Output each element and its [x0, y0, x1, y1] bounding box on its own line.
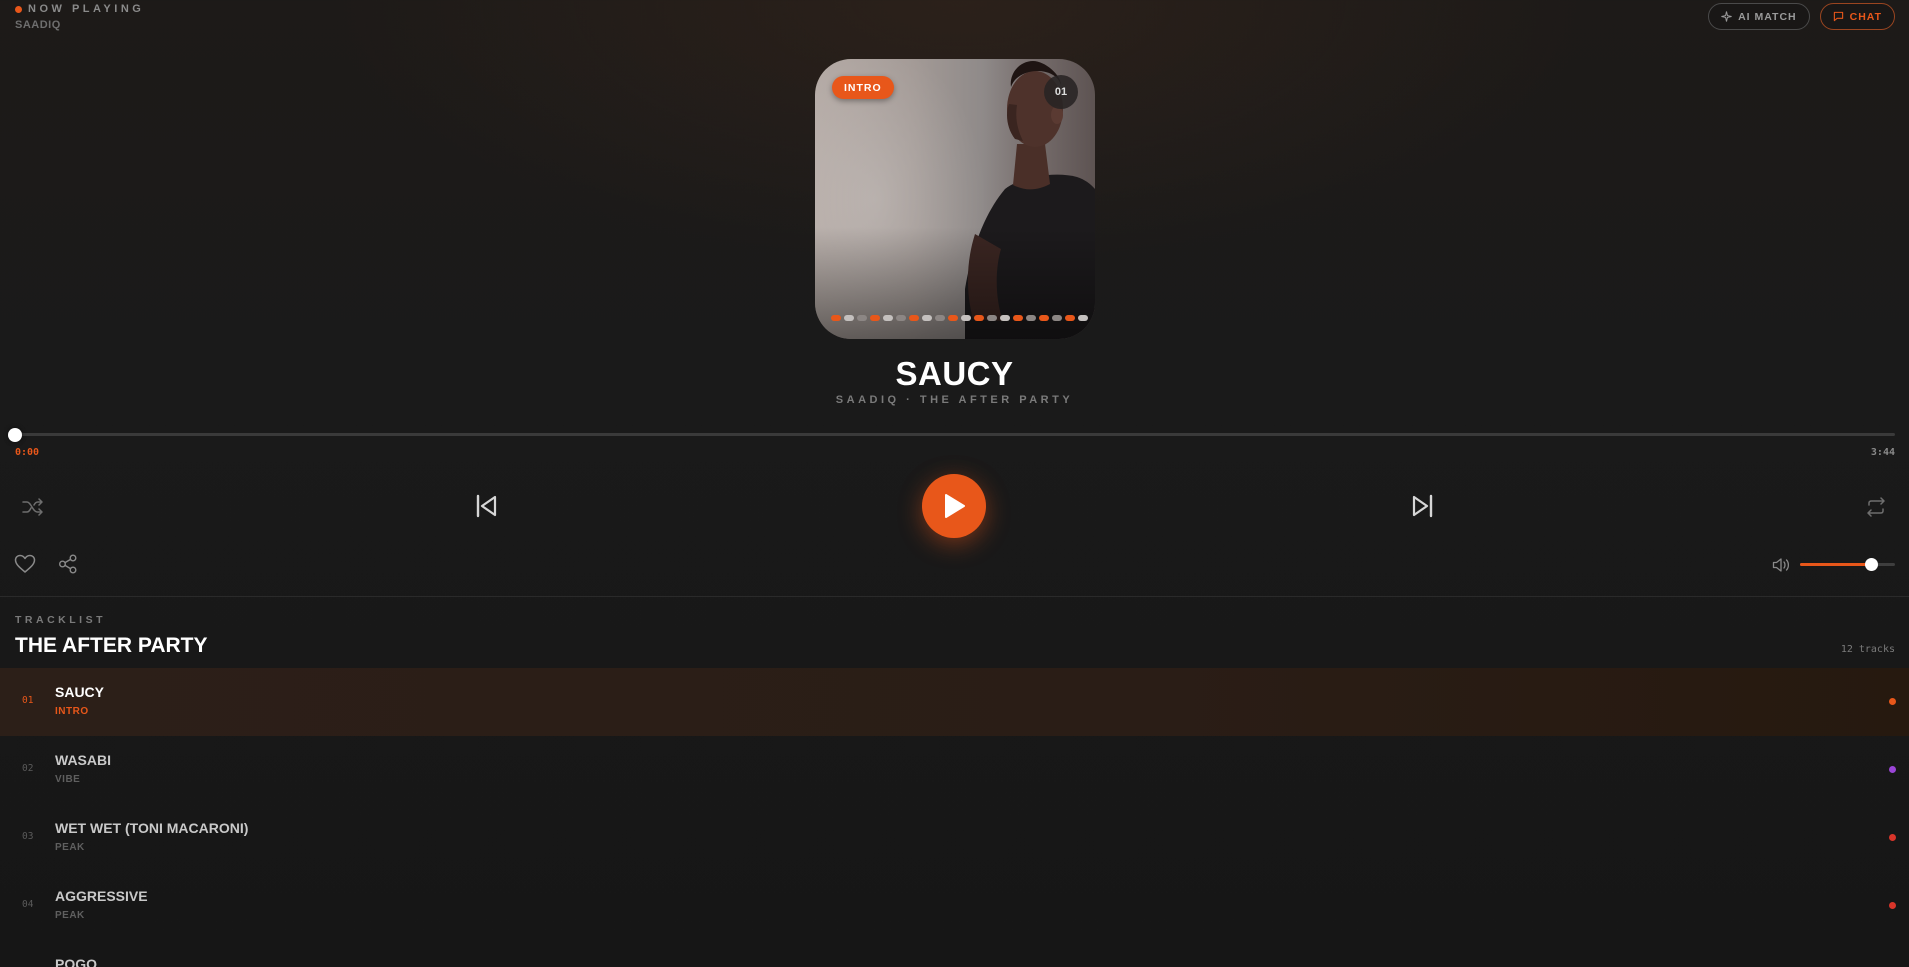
energy-dot: [922, 315, 932, 321]
energy-dot: [831, 315, 841, 321]
shuffle-icon: [22, 498, 43, 516]
repeat-icon: [1867, 497, 1885, 517]
volume-level: [1800, 563, 1871, 566]
energy-dot: [961, 315, 971, 321]
energy-dot: [896, 315, 906, 321]
chat-button[interactable]: CHAT: [1819, 3, 1895, 30]
live-indicator-dot: [15, 5, 22, 13]
energy-dot: [935, 315, 945, 321]
share-button[interactable]: [56, 552, 80, 576]
energy-dot: [1078, 315, 1088, 321]
section-badge: INTRO: [832, 76, 894, 99]
track-energy-dot: [1889, 698, 1896, 705]
like-button[interactable]: [13, 552, 37, 576]
total-time: 3:44: [1870, 447, 1895, 458]
energy-dot: [1065, 315, 1075, 321]
track-energy-dot: [1889, 766, 1896, 773]
section-divider: [0, 596, 1909, 597]
chat-label: CHAT: [1849, 10, 1882, 23]
track-list: 01 SAUCY INTRO 02 WASABI VIBE 03 WET WET…: [0, 668, 1909, 967]
energy-dot: [1013, 315, 1023, 321]
now-playing-artist: SAADIQ: [15, 19, 61, 31]
album-art: INTRO 01: [815, 59, 1095, 339]
progress-handle[interactable]: [8, 428, 22, 442]
volume-handle[interactable]: [1865, 558, 1878, 571]
track-energy-dot: [1889, 834, 1896, 841]
track-row[interactable]: 02 WASABI VIBE: [0, 736, 1909, 804]
heart-icon: [14, 554, 36, 573]
track-name: WET WET (TONI MACARONI): [55, 820, 249, 836]
next-icon: [1412, 494, 1433, 518]
ai-match-button[interactable]: AI MATCH: [1708, 3, 1810, 30]
energy-dot: [857, 315, 867, 321]
track-subtitle: SAADIQ · THE AFTER PARTY: [835, 394, 1074, 406]
track-name: SAUCY: [55, 684, 105, 700]
track-row[interactable]: 01 SAUCY INTRO: [0, 668, 1909, 736]
energy-dot: [909, 315, 919, 321]
track-name: AGGRESSIVE: [55, 888, 148, 904]
track-row[interactable]: 05 POGO: [0, 940, 1909, 967]
track-tag: VIBE: [55, 774, 81, 785]
share-icon: [59, 554, 77, 574]
track-number: 01: [22, 695, 34, 706]
track-count: 12 tracks: [1840, 644, 1895, 655]
next-button[interactable]: [1409, 493, 1435, 519]
chat-bubble-icon: [1833, 11, 1843, 22]
energy-dot: [948, 315, 958, 321]
track-number: 03: [22, 831, 34, 842]
energy-dots: [831, 315, 1088, 321]
volume-icon: [1772, 558, 1790, 572]
track-name: POGO: [55, 956, 98, 967]
energy-dot: [987, 315, 997, 321]
previous-button[interactable]: [474, 493, 500, 519]
play-button[interactable]: [922, 474, 986, 538]
energy-dot: [870, 315, 880, 321]
play-icon: [945, 494, 965, 518]
tracklist-label: TRACKLIST: [15, 614, 106, 626]
track-row[interactable]: 04 AGGRESSIVE PEAK: [0, 872, 1909, 940]
header-actions: AI MATCH CHAT: [1708, 3, 1895, 30]
track-row[interactable]: 03 WET WET (TONI MACARONI) PEAK: [0, 804, 1909, 872]
track-title: SAUCY: [895, 355, 1014, 392]
tracklist-title: THE AFTER PARTY: [15, 634, 208, 657]
track-name: WASABI: [55, 752, 111, 768]
energy-dot: [1026, 315, 1036, 321]
energy-dot: [974, 315, 984, 321]
now-playing-header: NOW PLAYING SAADIQ: [15, 3, 144, 31]
energy-dot: [1000, 315, 1010, 321]
track-number: 02: [22, 763, 34, 774]
track-tag: PEAK: [55, 910, 85, 921]
track-energy-dot: [1889, 902, 1896, 909]
ai-sparkle-icon: [1721, 11, 1732, 22]
track-tag: PEAK: [55, 842, 85, 853]
previous-icon: [476, 494, 497, 518]
energy-dot: [883, 315, 893, 321]
energy-dot: [1039, 315, 1049, 321]
volume-button[interactable]: [1771, 555, 1791, 575]
energy-dot: [844, 315, 854, 321]
repeat-button[interactable]: [1863, 494, 1889, 520]
track-number-badge: 01: [1044, 75, 1078, 109]
shuffle-button[interactable]: [20, 494, 46, 520]
progress-bar[interactable]: [15, 433, 1895, 436]
ai-match-label: AI MATCH: [1738, 10, 1797, 23]
track-number: 04: [22, 899, 34, 910]
now-playing-label: NOW PLAYING: [28, 3, 145, 15]
track-tag: INTRO: [55, 706, 89, 717]
current-time: 0:00: [15, 447, 40, 458]
energy-dot: [1052, 315, 1062, 321]
